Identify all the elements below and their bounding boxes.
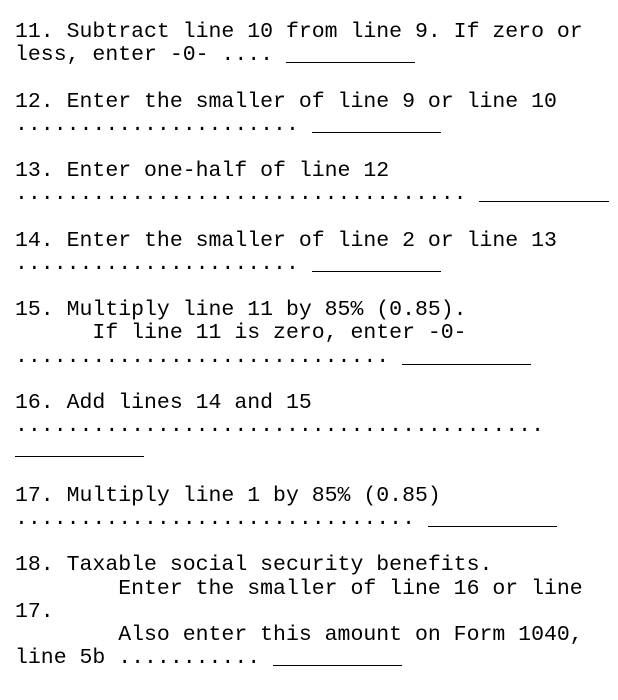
worksheet-line: 13. Enter one-half of line 12: [15, 160, 618, 183]
worksheet-line: less, enter -0- ....: [15, 44, 618, 67]
line-text: 15. Multiply line 11 by 85% (0.85).: [15, 298, 467, 323]
worksheet-line: [15, 67, 618, 90]
worksheet-line: line 5b ...........: [15, 646, 618, 671]
answer-blank[interactable]: [273, 664, 403, 667]
worksheet-line: [15, 207, 618, 230]
worksheet-line: 16. Add lines 14 and 15: [15, 391, 618, 415]
worksheet-line: [15, 531, 618, 554]
line-text: 11. Subtract line 10 from line 9. If zer…: [15, 20, 583, 44]
answer-blank[interactable]: [427, 525, 557, 527]
line-text: 17.: [15, 599, 54, 624]
line-text: line 5b ...........: [15, 646, 274, 671]
worksheet: 11. Subtract line 10 from line 9. If zer…: [0, 0, 618, 670]
worksheet-line: [15, 369, 618, 392]
worksheet-line: [15, 438, 618, 461]
line-text: .............................: [15, 344, 403, 369]
worksheet-line: ........................................…: [15, 415, 618, 438]
line-text: 17. Multiply line 1 by 85% (0.85): [15, 483, 441, 508]
worksheet-line: Enter the smaller of line 16 or line: [15, 576, 618, 601]
worksheet-line: 12. Enter the smaller of line 9 or line …: [15, 89, 618, 114]
worksheet-line: Also enter this amount on Form 1040,: [15, 622, 618, 647]
line-text: 12. Enter the smaller of line 9 or line …: [15, 89, 557, 114]
answer-blank[interactable]: [311, 270, 441, 272]
worksheet-line: 11. Subtract line 10 from line 9. If zer…: [15, 20, 618, 44]
answer-blank[interactable]: [479, 200, 609, 203]
line-text: less, enter -0- ....: [15, 43, 286, 68]
line-text: ......................: [15, 112, 312, 137]
worksheet-line: [15, 462, 618, 485]
line-text: 18. Taxable social security benefits.: [15, 553, 493, 578]
line-text: 16. Add lines 14 and 15: [15, 391, 312, 415]
answer-blank[interactable]: [15, 455, 145, 458]
line-text: ......................: [15, 251, 312, 276]
worksheet-line: If line 11 is zero, enter -0-: [15, 322, 618, 345]
line-text: Also enter this amount on Form 1040,: [15, 622, 583, 647]
worksheet-line: 17. Multiply line 1 by 85% (0.85): [15, 483, 618, 508]
worksheet-line: [15, 276, 618, 299]
worksheet-line: ......................: [15, 251, 618, 276]
answer-blank[interactable]: [311, 131, 441, 133]
worksheet-line: 14. Enter the smaller of line 2 or line …: [15, 228, 618, 253]
line-text: ........................................…: [15, 414, 544, 439]
line-text: ...................................: [15, 182, 480, 207]
answer-blank[interactable]: [285, 61, 415, 64]
worksheet-line: 18. Taxable social security benefits.: [15, 554, 618, 577]
worksheet-line: ...............................: [15, 506, 618, 531]
worksheet-line: [15, 137, 618, 160]
worksheet-line: ...................................: [15, 183, 618, 206]
line-text: ...............................: [15, 506, 428, 531]
line-text: 13. Enter one-half of line 12: [15, 159, 390, 184]
line-text: Enter the smaller of line 16 or line: [15, 576, 583, 601]
answer-blank[interactable]: [402, 363, 532, 365]
worksheet-line: 17.: [15, 599, 618, 624]
worksheet-line: .............................: [15, 344, 618, 369]
worksheet-line: ......................: [15, 112, 618, 137]
worksheet-line: 15. Multiply line 11 by 85% (0.85).: [15, 299, 618, 322]
line-text: 14. Enter the smaller of line 2 or line …: [15, 228, 557, 253]
line-text: If line 11 is zero, enter -0-: [15, 321, 467, 346]
